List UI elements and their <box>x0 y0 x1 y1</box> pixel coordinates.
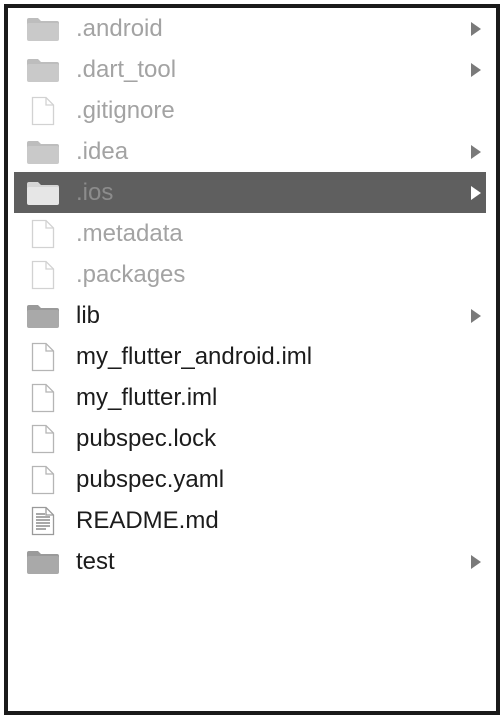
chevron-right-icon[interactable] <box>470 21 482 37</box>
chevron-right-icon[interactable] <box>470 144 482 160</box>
folder-icon <box>26 302 60 330</box>
list-item-my-flutter-iml[interactable]: my_flutter.iml <box>8 377 496 418</box>
chevron-right-icon[interactable] <box>470 62 482 78</box>
list-item-dot-metadata[interactable]: .metadata <box>8 213 496 254</box>
item-label: .metadata <box>76 219 183 247</box>
item-label: .dart_tool <box>76 55 177 83</box>
file-icon <box>26 424 60 453</box>
list-item-dot-ios[interactable]: .ios <box>14 172 486 213</box>
item-label: README.md <box>76 506 219 534</box>
list-item-dot-packages[interactable]: .packages <box>8 254 496 295</box>
item-label: .android <box>76 14 163 42</box>
folder-icon <box>26 56 60 84</box>
file-list: .android .dart_tool .gitignore .idea .ios .me… <box>8 8 496 582</box>
folder-icon <box>26 548 60 576</box>
list-item-pubspec-yaml[interactable]: pubspec.yaml <box>8 459 496 500</box>
list-item-dot-android[interactable]: .android <box>8 8 496 49</box>
file-icon <box>26 342 60 371</box>
item-label: .packages <box>76 260 186 288</box>
chevron-right-icon[interactable] <box>470 554 482 570</box>
list-item-dot-idea[interactable]: .idea <box>8 131 496 172</box>
item-label: my_flutter_android.iml <box>76 342 313 370</box>
file-icon <box>26 219 60 248</box>
item-label: pubspec.yaml <box>76 465 225 493</box>
item-label: lib <box>76 301 101 329</box>
file-icon <box>26 383 60 412</box>
finder-column-view: .android .dart_tool .gitignore .idea .ios .me… <box>4 4 500 715</box>
folder-icon <box>26 15 60 43</box>
text-document-icon <box>26 506 60 535</box>
list-item-test[interactable]: test <box>8 541 496 582</box>
folder-icon <box>26 179 60 207</box>
chevron-right-icon[interactable] <box>470 185 482 201</box>
list-item-readme-md[interactable]: README.md <box>8 500 496 541</box>
list-item-dot-dart-tool[interactable]: .dart_tool <box>8 49 496 90</box>
item-label: .idea <box>76 137 129 165</box>
file-icon <box>26 260 60 289</box>
folder-icon <box>26 138 60 166</box>
item-label: pubspec.lock <box>76 424 217 452</box>
list-item-pubspec-lock[interactable]: pubspec.lock <box>8 418 496 459</box>
list-item-my-flutter-android-iml[interactable]: my_flutter_android.iml <box>8 336 496 377</box>
item-label: .ios <box>76 178 114 206</box>
file-icon <box>26 465 60 494</box>
chevron-right-icon[interactable] <box>470 308 482 324</box>
item-label: test <box>76 547 115 575</box>
list-item-dot-gitignore[interactable]: .gitignore <box>8 90 496 131</box>
list-item-lib[interactable]: lib <box>8 295 496 336</box>
file-icon <box>26 96 60 125</box>
item-label: .gitignore <box>76 96 175 124</box>
item-label: my_flutter.iml <box>76 383 218 411</box>
